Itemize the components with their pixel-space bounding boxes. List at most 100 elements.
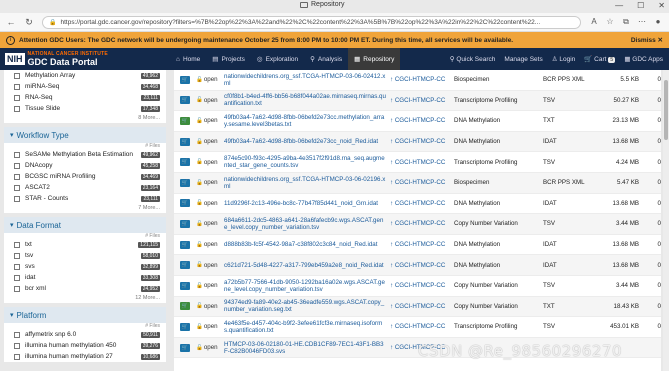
add-to-cart-button[interactable]: 🛒 <box>180 281 190 290</box>
add-to-cart-button[interactable]: 🛒 <box>180 261 190 270</box>
checkbox[interactable] <box>14 342 20 349</box>
project-link[interactable]: ↑ CGCI-HTMCP-CC <box>390 138 454 145</box>
facet-option[interactable]: miRNA-Seq 34,468 <box>4 81 166 92</box>
add-to-cart-button[interactable]: 🛒 <box>180 322 190 331</box>
facet-option[interactable]: affymetrix snp 6.0 50,911 <box>4 329 166 340</box>
project-link[interactable]: ↑ CGCI-HTMCP-CC <box>390 220 454 227</box>
project-link[interactable]: ↑ CGCI-HTMCP-CC <box>390 262 454 269</box>
add-to-cart-button[interactable]: 🛒 <box>180 75 190 84</box>
project-link[interactable]: ↑ CGCI-HTMCP-CC <box>390 303 454 310</box>
file-name-link[interactable]: nationwidechildrens.org_ssf.TCGA-HTMCP-0… <box>224 73 390 87</box>
dismiss-button[interactable]: Dismiss ✕ <box>631 36 663 44</box>
add-to-cart-button[interactable]: 🛒 <box>180 158 190 167</box>
add-to-cart-button[interactable]: 🛒 <box>180 302 190 311</box>
checkbox[interactable] <box>14 72 20 79</box>
profile-icon[interactable]: ● <box>653 17 663 27</box>
nav-projects[interactable]: ▤ Projects <box>206 48 251 70</box>
facet-option[interactable]: idat 33,308 <box>4 272 166 283</box>
project-link[interactable]: ↑ CGCI-HTMCP-CC <box>390 179 454 186</box>
lock-icon[interactable]: 🔒 <box>49 19 56 26</box>
checkbox[interactable] <box>14 151 20 158</box>
file-name-link[interactable]: cf0f8b1-b4ed-4ff6-bb56-b68f044a02ae.mirn… <box>224 93 390 107</box>
nav-home[interactable]: ⌂ Home <box>170 48 206 70</box>
facet-option[interactable]: STAR - Counts 23,111 <box>4 193 166 204</box>
file-name-link[interactable]: d888b83b-fc5f-4542-98a7-c38f802c3c84_noi… <box>224 241 390 248</box>
read-aloud-icon[interactable]: A <box>589 17 599 27</box>
add-to-cart-button[interactable]: 🛒 <box>180 343 190 352</box>
facet-option[interactable]: txt 121,115 <box>4 239 166 250</box>
collections-icon[interactable]: ⧉ <box>621 17 631 27</box>
facet-option[interactable]: Tissue Slide 17,348 <box>4 103 166 114</box>
file-name-link[interactable]: HTMCP-03-06-02180-01-HE.CDB1CF89-7EC1-43… <box>224 341 390 355</box>
add-to-cart-button[interactable]: 🛒 <box>180 116 190 125</box>
checkbox[interactable] <box>14 241 20 248</box>
back-arrow-icon[interactable]: ← <box>6 17 16 27</box>
project-link[interactable]: ↑ CGCI-HTMCP-CC <box>390 117 454 124</box>
file-name-link[interactable]: 49fb03a4-7a62-4d98-8fbb-06befd2e73cc.met… <box>224 114 390 128</box>
checkbox[interactable] <box>14 195 20 202</box>
quick-search-button[interactable]: ⚲ Quick Search <box>450 55 496 63</box>
add-to-cart-button[interactable]: 🛒 <box>180 219 190 228</box>
file-name-link[interactable]: 49fb03a4-7a62-4d98-8fbb-06befd2e73cc_noi… <box>224 138 390 145</box>
add-to-cart-button[interactable]: 🛒 <box>180 137 190 146</box>
file-name-link[interactable]: a72b5b77-7566-41db-9050-1292ba16a02e.wgs… <box>224 279 390 293</box>
manage-sets-button[interactable]: Manage Sets <box>504 56 542 63</box>
file-name-link[interactable]: 11d9296f-2c13-496e-bc8c-77b47f85d441_noi… <box>224 200 390 207</box>
favorite-star-icon[interactable]: ☆ <box>605 17 615 27</box>
checkbox[interactable] <box>14 353 20 360</box>
checkbox[interactable] <box>14 263 20 270</box>
add-to-cart-button[interactable]: 🛒 <box>180 240 190 249</box>
project-link[interactable]: ↑ CGCI-HTMCP-CC <box>390 323 454 330</box>
project-link[interactable]: ↑ CGCI-HTMCP-CC <box>390 200 454 207</box>
facet-option[interactable]: illumina human methylation 27 10,686 <box>4 351 166 362</box>
facet-option[interactable]: Methylation Array 49,962 <box>4 70 166 81</box>
checkbox[interactable] <box>14 252 20 259</box>
cart-button[interactable]: 🛒 Cart 5 <box>584 55 616 63</box>
file-name-link[interactable]: c621d721-5d48-4227-a317-799eb459a2e8_noi… <box>224 262 390 269</box>
nav-analysis[interactable]: ⚲ Analysis <box>304 48 348 70</box>
checkbox[interactable] <box>14 331 20 338</box>
checkbox[interactable] <box>14 274 20 281</box>
scrollbar-thumb[interactable] <box>664 80 668 140</box>
facet-option[interactable]: DNAcopy 45,258 <box>4 160 166 171</box>
close-icon[interactable]: ✕ <box>658 1 665 10</box>
project-link[interactable]: ↑ CGCI-HTMCP-CC <box>390 76 454 83</box>
login-button[interactable]: ♙ Login <box>552 55 576 63</box>
file-name-link[interactable]: nationwidechildrens.org_ssf.TCGA-HTMCP-0… <box>224 176 390 190</box>
facet-option[interactable]: bcr xml 24,952 <box>4 283 166 294</box>
project-link[interactable]: ↑ CGCI-HTMCP-CC <box>390 241 454 248</box>
facet-title[interactable]: ▾ Workflow Type <box>4 127 166 143</box>
facet-option[interactable]: illumina human methylation 450 39,276 <box>4 340 166 351</box>
page-scrollbar[interactable] <box>663 70 669 371</box>
facet-option[interactable]: BCGSC miRNA Profiling 34,469 <box>4 171 166 182</box>
facet-title[interactable]: ▾ Platform <box>4 307 166 323</box>
file-name-link[interactable]: 94374ed9-fa89-40e2-ab45-36eadfe559.wgs.A… <box>224 299 390 313</box>
project-link[interactable]: ↑ CGCI-HTMCP-CC <box>390 159 454 166</box>
checkbox[interactable] <box>14 285 20 292</box>
project-link[interactable]: ↑ CGCI-HTMCP-CC <box>390 97 454 104</box>
checkbox[interactable] <box>14 83 20 90</box>
maximize-icon[interactable]: ☐ <box>637 1 644 10</box>
nav-exploration[interactable]: ◎ Exploration <box>251 48 304 70</box>
more-link[interactable]: 12 More... <box>4 294 166 303</box>
checkbox[interactable] <box>14 105 20 112</box>
facet-option[interactable]: RNA-Seq 23,111 <box>4 92 166 103</box>
nav-repository[interactable]: ▦ Repository <box>348 48 401 70</box>
url-field[interactable]: 🔒 https://portal.gdc.cancer.gov/reposito… <box>42 15 581 29</box>
more-link[interactable]: 8 More... <box>4 114 166 123</box>
more-link[interactable]: 7 More... <box>4 204 166 213</box>
gdc-apps-button[interactable]: ▦ GDC Apps <box>624 55 663 63</box>
browser-tab[interactable]: Repository <box>300 1 344 8</box>
refresh-icon[interactable]: ↻ <box>24 17 34 28</box>
facet-title[interactable]: ▾ Data Format <box>4 217 166 233</box>
facet-option[interactable]: svs 32,899 <box>4 261 166 272</box>
add-to-cart-button[interactable]: 🛒 <box>180 178 190 187</box>
add-to-cart-button[interactable]: 🛒 <box>180 199 190 208</box>
extensions-icon[interactable]: ⋯ <box>637 17 647 27</box>
checkbox[interactable] <box>14 162 20 169</box>
facet-option[interactable]: SeSAMe Methylation Beta Estimation 49,962 <box>4 149 166 160</box>
project-link[interactable]: ↑ CGCI-HTMCP-CC <box>390 282 454 289</box>
facet-option[interactable]: tsv 58,010 <box>4 250 166 261</box>
file-name-link[interactable]: 874e5c90-f93c-4295-a9ba-4e3517f2f91d8.rn… <box>224 155 390 169</box>
file-name-link[interactable]: 4e463f5e-d457-404c-b9f2-3efee61fcf3e.mir… <box>224 320 390 334</box>
